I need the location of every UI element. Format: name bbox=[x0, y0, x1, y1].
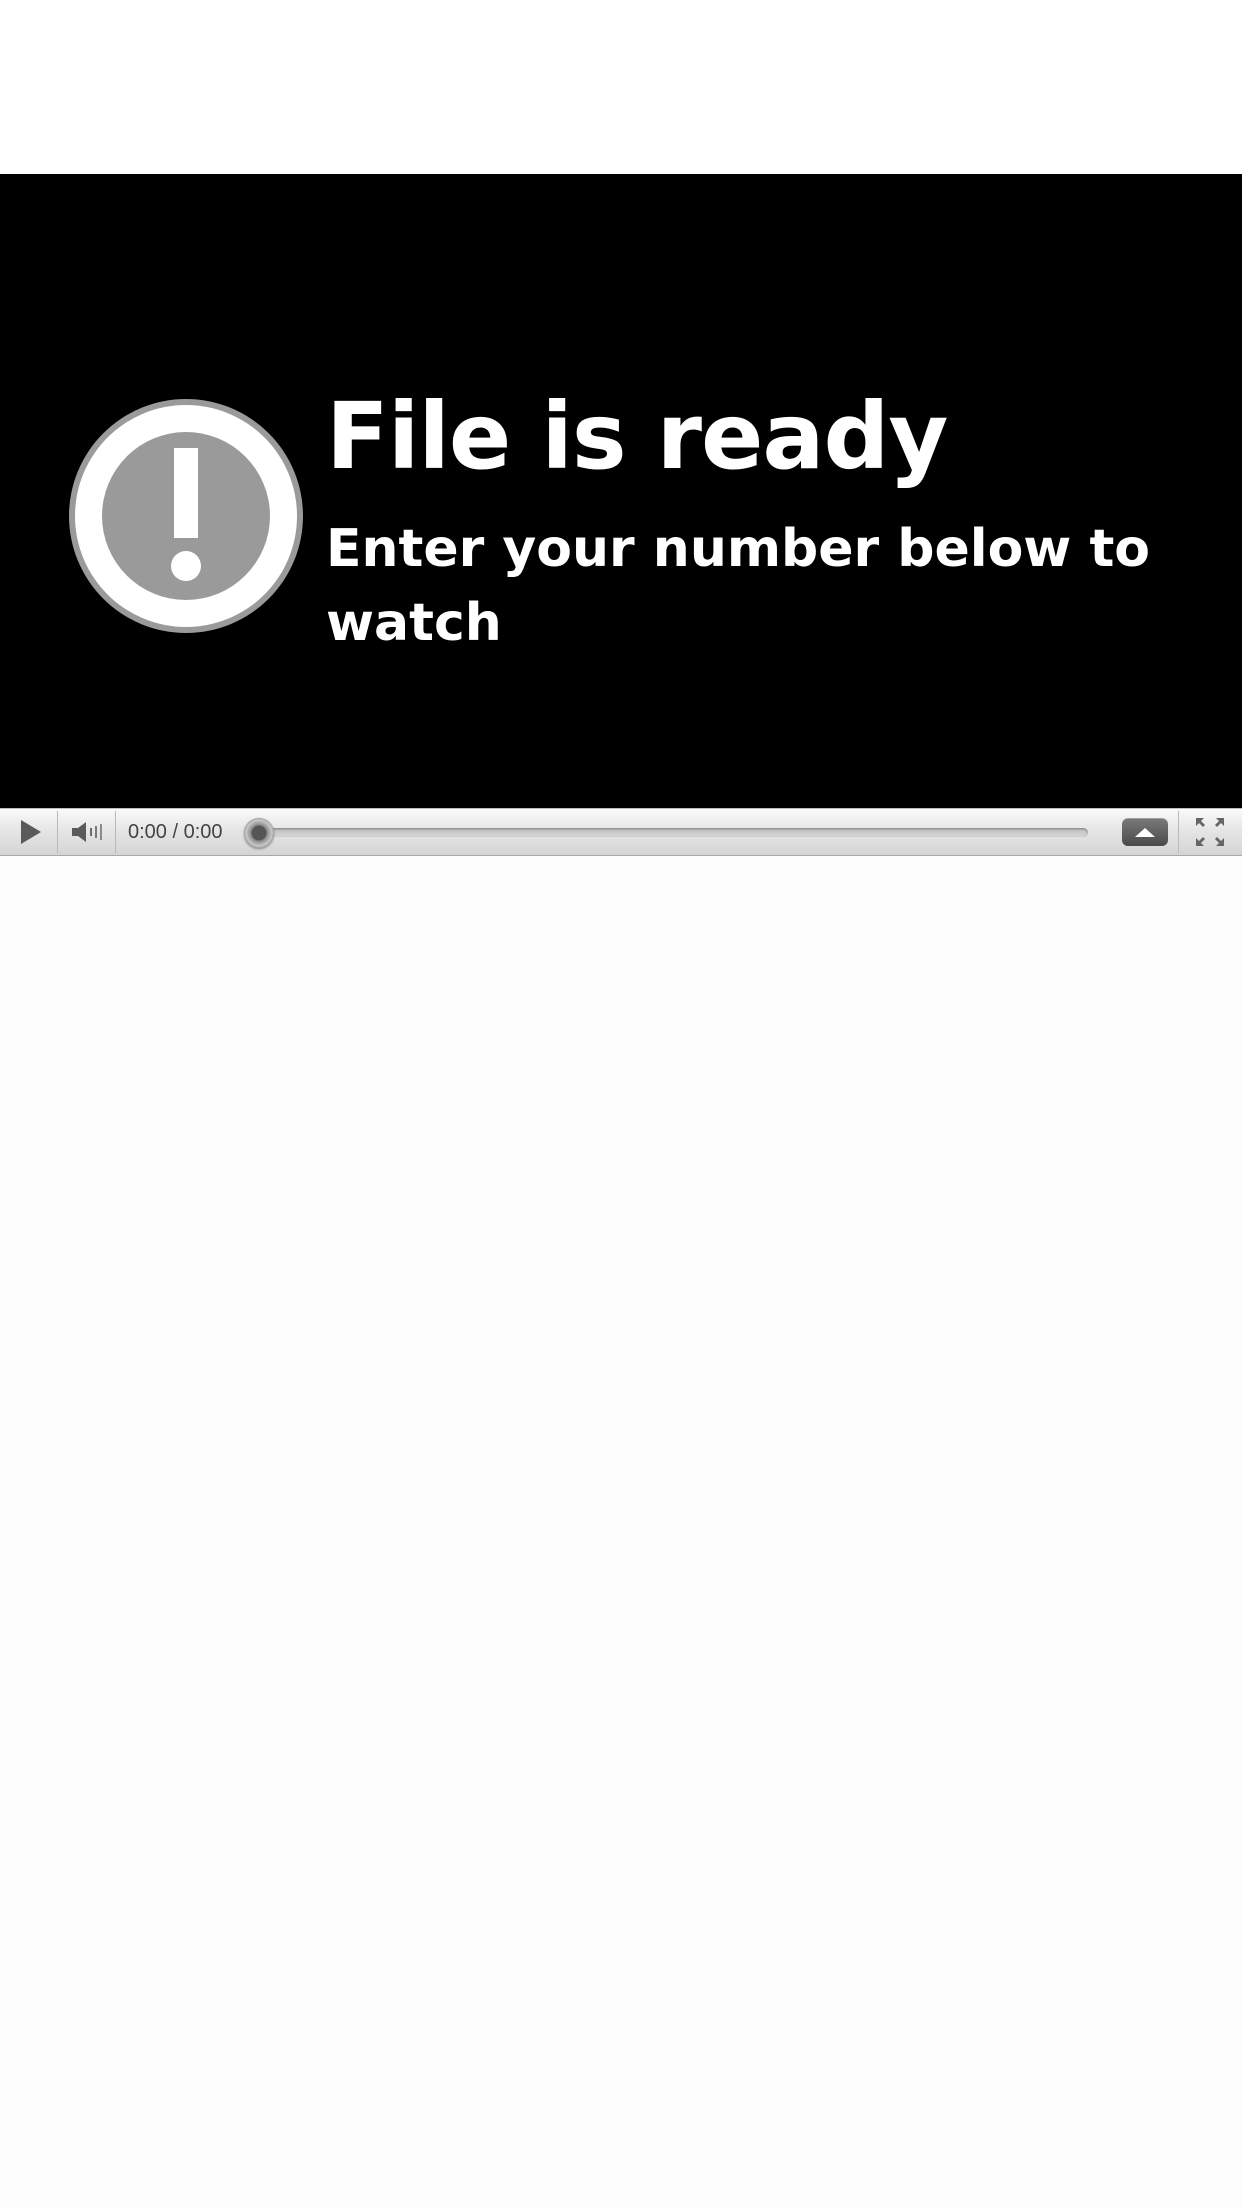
exclamation-circle-icon bbox=[66, 396, 306, 636]
volume-button[interactable] bbox=[60, 811, 116, 853]
seek-handle[interactable] bbox=[244, 818, 274, 848]
page: File is ready Enter your number below to… bbox=[0, 0, 1242, 2208]
volume-icon bbox=[71, 822, 102, 842]
video-area[interactable]: File is ready Enter your number below to… bbox=[0, 174, 1242, 808]
fullscreen-icon bbox=[1195, 818, 1224, 846]
player-control-bar: 0:00 / 0:00 bbox=[0, 808, 1242, 856]
top-blank-area bbox=[0, 0, 1242, 174]
chevron-up-icon bbox=[1135, 828, 1155, 837]
seek-bar[interactable] bbox=[252, 828, 1088, 837]
message-subtitle: Enter your number below to watch bbox=[326, 519, 1151, 653]
fullscreen-button[interactable] bbox=[1178, 811, 1240, 853]
time-display: 0:00 / 0:00 bbox=[128, 821, 223, 843]
options-button[interactable] bbox=[1122, 818, 1168, 846]
play-button[interactable] bbox=[2, 811, 58, 853]
message-title: File is ready bbox=[326, 383, 948, 490]
play-icon bbox=[20, 820, 41, 844]
video-player[interactable]: File is ready Enter your number below to… bbox=[0, 174, 1242, 856]
